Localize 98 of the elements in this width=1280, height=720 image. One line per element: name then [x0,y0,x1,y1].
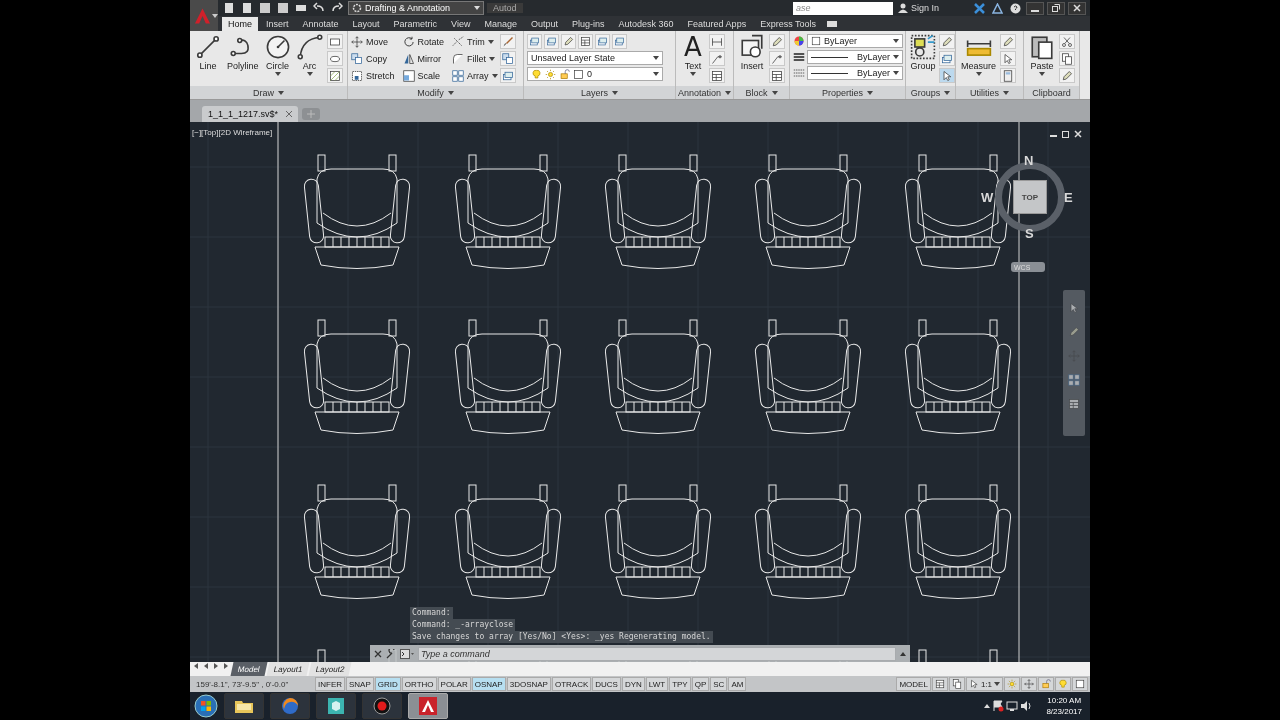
tool-label: Mirror [417,54,441,64]
panel-title[interactable]: Modify [348,86,523,99]
status-toggle[interactable]: GRID [374,677,401,691]
ribbon-tab[interactable]: Manage [478,17,523,31]
panel-title[interactable]: Groups [906,86,955,99]
tool-label: Rotate [417,37,445,47]
panel-title[interactable]: Clipboard [1024,86,1079,99]
panel-title[interactable]: Utilities [956,86,1023,99]
ribbon-tab[interactable]: Annotate [296,17,345,31]
tool-label: Fillet [467,54,487,64]
tool-label: Group [910,61,936,71]
status-toggle[interactable]: POLAR [437,677,471,691]
ribbon-tool[interactable]: Insert [737,34,767,71]
annotation-scale-dropdown[interactable]: 1:1 [965,677,1003,691]
ribbon-tool[interactable]: Mirror [402,51,445,67]
tool-label: Trim [467,37,485,47]
letter-glyph-icon: A [684,34,702,60]
ribbon-tool[interactable]: Arc [294,34,325,76]
window-title: Autod [487,3,523,13]
ribbon-tab[interactable]: Parametric [387,17,444,31]
ribbon-tool[interactable]: Measure [959,34,998,76]
ribbon-tool[interactable]: Array [452,68,498,84]
status-toggle[interactable]: DUCS [592,677,621,691]
ribbon-tool[interactable]: Rotate [402,34,445,50]
tool-label: Paste [1030,61,1054,71]
viewport-controls[interactable]: [−][Top][2D Wireframe] [192,128,273,137]
tool-label: Stretch [366,71,395,81]
tool-label: Text [684,61,702,71]
property-dropdown[interactable]: ByLayer [807,50,903,64]
view-cube-face[interactable]: TOP [1013,180,1047,214]
status-toggle[interactable]: AM [728,677,747,691]
tool-label: Circle [266,61,290,71]
tool-label: Move [366,37,388,47]
status-toggle[interactable]: LWT [645,677,669,691]
status-toggle[interactable]: QP [691,677,710,691]
ribbon-tab[interactable]: Featured Apps [681,17,753,31]
ribbon-tab[interactable]: Autodesk 360 [612,17,680,31]
clock-date: 8/23/2017 [1046,706,1082,717]
layout-tab[interactable]: Layout2 [308,662,353,676]
compass-south[interactable]: S [1025,227,1034,240]
panel-title[interactable]: Layers [524,86,675,99]
status-toggle[interactable]: SNAP [346,677,374,691]
status-toggle[interactable]: INFER [315,677,345,691]
tool-label: Insert [740,61,764,71]
model-tab[interactable]: Model [230,662,268,676]
workspace-dropdown[interactable]: Drafting & Annotation [348,1,484,15]
tool-label: Copy [366,54,387,64]
ribbon-tool[interactable]: Scale [402,68,445,84]
space-toggle[interactable]: MODEL [896,677,931,691]
status-toggle[interactable]: DYN [621,677,645,691]
ribbon-tool[interactable]: Move [351,34,395,50]
file-tab[interactable]: 1_1_1_1217.sv$* [202,106,299,122]
status-toggle[interactable]: OSNAP [471,677,506,691]
property-dropdown[interactable]: ByLayer [807,66,903,80]
property-dropdown[interactable]: ByLayer [807,34,903,48]
ribbon-tool[interactable]: Group [909,34,937,71]
layout-tab[interactable]: Layout1 [266,662,310,676]
status-toggle[interactable]: ORTHO [401,677,437,691]
ribbon-tab[interactable]: View [445,17,477,31]
tool-label: Polyline [227,61,259,71]
ribbon-tool[interactable]: Copy [351,51,395,67]
ribbon-tool[interactable]: Stretch [351,68,395,84]
search-field[interactable]: ase [792,1,893,15]
status-toggle[interactable]: TPY [669,677,691,691]
ribbon-tab[interactable]: Insert [260,17,295,31]
clock-time: 10:20 AM [1047,695,1082,706]
tool-label: Array [467,71,489,81]
ribbon-tool[interactable]: Fillet [452,51,498,67]
status-toggle[interactable]: SC [710,677,728,691]
ribbon-tab[interactable]: Output [525,17,565,31]
ribbon-tool[interactable]: A Text [679,34,707,76]
compass-west[interactable]: W [981,191,994,204]
ribbon-tool[interactable]: Polyline [225,34,261,71]
panel-title[interactable]: Block [734,86,789,99]
ribbon-tool[interactable]: Paste [1027,34,1057,76]
ribbon-tool[interactable]: Circle [262,34,293,76]
layer-dropdown[interactable]: 0 [527,67,663,81]
ribbon-tab[interactable]: Plug-ins [566,17,611,31]
compass-east[interactable]: E [1064,191,1073,204]
tool-label: Arc [302,61,317,71]
ribbon-tool[interactable]: Line [193,34,223,71]
status-toggle[interactable]: OTRACK [551,677,592,691]
ribbon-tab[interactable]: Home [222,17,258,31]
tool-label: Line [199,61,217,71]
ribbon-tool[interactable]: Trim [452,34,498,50]
panel-title[interactable]: Properties [790,86,905,99]
panel-title[interactable]: Annotation [676,86,733,99]
coordinates-readout: 159'-8.1", 73'-9.5" , 0'-0.0" [195,679,290,689]
status-toggle[interactable]: 3DOSNAP [506,677,551,691]
ribbon-tab[interactable]: Layout [346,17,386,31]
command-input[interactable]: Type a command [418,646,896,661]
ribbon-tab[interactable]: Express Tools [754,17,822,31]
compass-north[interactable]: N [1024,154,1034,167]
sign-in-button[interactable]: Sign In [895,3,969,13]
panel-title[interactable]: Draw [190,86,347,99]
tool-label: Measure [961,61,996,71]
tool-label: Scale [417,71,441,81]
layer-state-dropdown[interactable]: Unsaved Layer State [527,51,663,65]
